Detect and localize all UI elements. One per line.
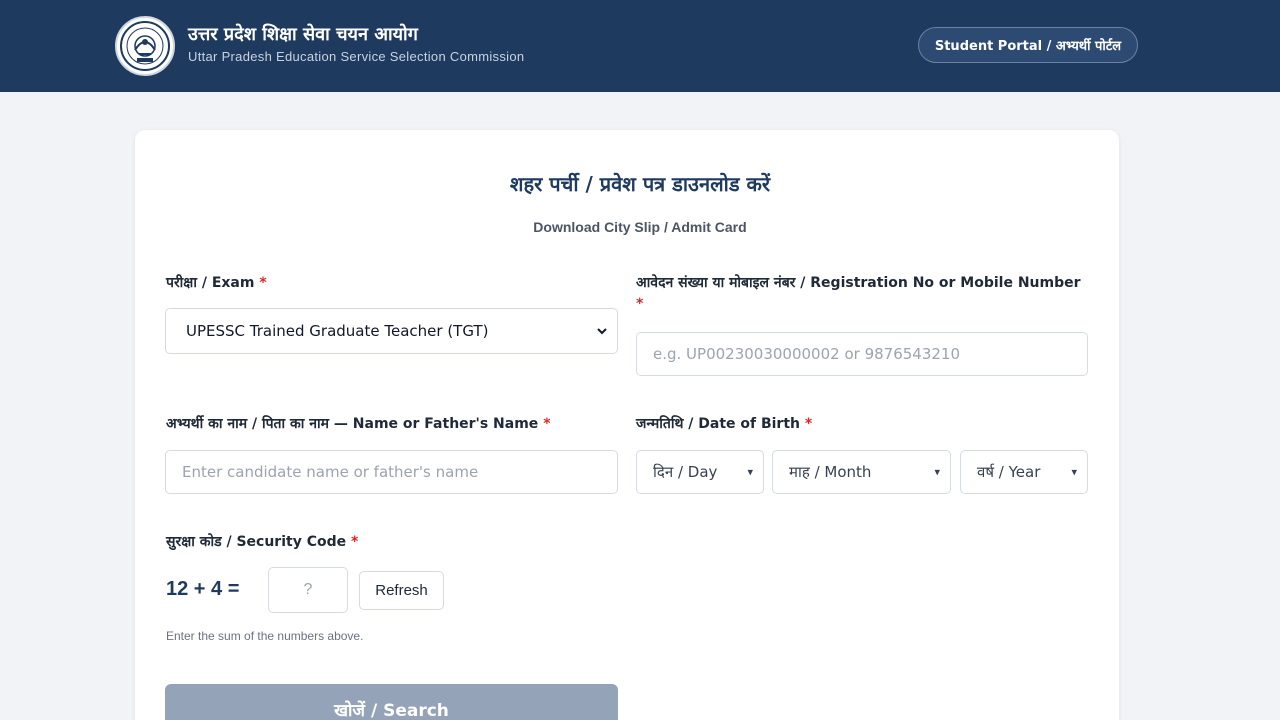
name-label-text: अभ्यर्थी का नाम / पिता का नाम — Name or …: [166, 416, 539, 432]
captcha-answer-input[interactable]: ?: [268, 567, 348, 613]
captcha-refresh-button[interactable]: Refresh: [359, 571, 444, 610]
security-label-text: सुरक्षा कोड / Security Code: [166, 534, 347, 550]
dob-day-value: दिन / Day: [653, 463, 718, 481]
required-marker: *: [543, 416, 551, 432]
captcha-hint: Enter the sum of the numbers above.: [166, 629, 364, 643]
page-title-hindi: शहर पर्ची / प्रवेश पत्र डाउनलोड करें: [509, 172, 771, 196]
security-label: सुरक्षा कोड / Security Code *: [166, 532, 358, 551]
name-label: अभ्यर्थी का नाम / पिता का नाम — Name or …: [166, 414, 551, 433]
page-title-english: Download City Slip / Admit Card: [533, 219, 747, 235]
exam-select[interactable]: UPESSC Trained Graduate Teacher (TGT): [165, 308, 618, 354]
registration-input[interactable]: e.g. UP00230030000002 or 9876543210: [636, 332, 1088, 376]
org-name-hindi: उत्तर प्रदेश शिक्षा सेवा चयन आयोग: [188, 24, 418, 45]
dob-label-text: जन्मतिथि / Date of Birth: [636, 416, 800, 432]
search-button[interactable]: खोजें / Search: [165, 684, 618, 720]
required-marker: *: [804, 416, 813, 432]
caret-down-icon: ▾: [934, 465, 940, 479]
name-placeholder: Enter candidate name or father's name: [182, 463, 479, 481]
required-marker: *: [636, 296, 644, 312]
captcha-placeholder: ?: [303, 581, 313, 598]
registration-required-line: *: [636, 296, 643, 312]
dob-year-select[interactable]: वर्ष / Year ▾: [960, 450, 1088, 494]
registration-placeholder: e.g. UP00230030000002 or 9876543210: [653, 345, 961, 363]
exam-label: परीक्षा / Exam *: [166, 273, 267, 292]
registration-label: आवेदन संख्या या मोबाइल नंबर / Registrati…: [636, 273, 1081, 292]
required-marker: *: [259, 275, 267, 291]
caret-down-icon: ▾: [1071, 465, 1077, 479]
student-portal-button[interactable]: Student Portal / अभ्यर्थी पोर्टल: [918, 27, 1138, 63]
chevron-down-icon: [597, 328, 607, 335]
dob-year-value: वर्ष / Year: [977, 463, 1041, 481]
dob-month-select[interactable]: माह / Month ▾: [772, 450, 951, 494]
name-input[interactable]: Enter candidate name or father's name: [165, 450, 618, 494]
captcha-question: 12 + 4 =: [166, 578, 240, 600]
org-name-english: Uttar Pradesh Education Service Selectio…: [188, 49, 525, 64]
dob-month-value: माह / Month: [789, 463, 872, 481]
required-marker: *: [350, 534, 359, 550]
dob-label: जन्मतिथि / Date of Birth *: [636, 414, 812, 433]
upessc-emblem-icon[interactable]: [115, 16, 175, 76]
exam-label-text: परीक्षा / Exam: [166, 275, 255, 291]
caret-down-icon: ▾: [747, 465, 753, 479]
site-header: उत्तर प्रदेश शिक्षा सेवा चयन आयोग Uttar …: [0, 0, 1280, 92]
dob-day-select[interactable]: दिन / Day ▾: [636, 450, 764, 494]
registration-label-text: आवेदन संख्या या मोबाइल नंबर / Registrati…: [636, 275, 1081, 291]
exam-selected-value: UPESSC Trained Graduate Teacher (TGT): [186, 322, 489, 340]
